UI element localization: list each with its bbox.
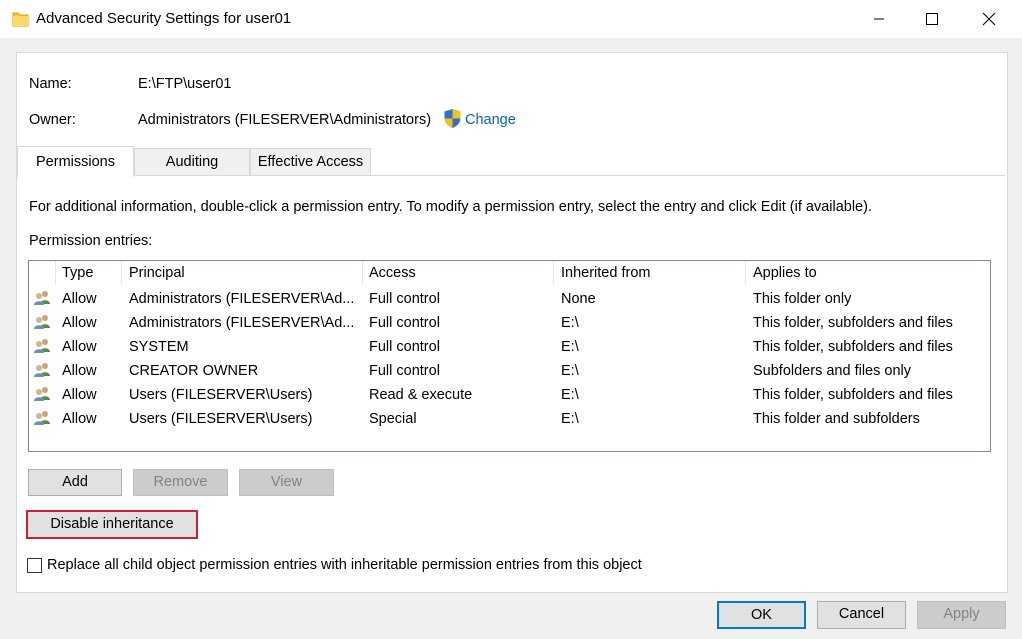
cell-type: Allow — [62, 339, 97, 355]
remove-button[interactable]: Remove — [133, 469, 228, 496]
cell-inherited-from: E:\ — [561, 315, 579, 331]
view-button[interactable]: View — [239, 469, 334, 496]
cell-principal: Users (FILESERVER\Users) — [129, 411, 313, 427]
replace-child-permissions-label: Replace all child object permission entr… — [47, 557, 642, 573]
minimize-button[interactable] — [856, 0, 902, 38]
info-text: For additional information, double-click… — [29, 199, 872, 215]
cell-type: Allow — [62, 315, 97, 331]
column-header-inherited-from[interactable]: Inherited from — [561, 265, 650, 281]
ok-button[interactable]: OK — [717, 601, 806, 629]
cell-principal: SYSTEM — [129, 339, 189, 355]
name-value: E:\FTP\user01 — [138, 76, 232, 92]
close-button[interactable] — [966, 0, 1012, 38]
cell-applies-to: This folder only — [753, 291, 852, 307]
column-separator[interactable] — [55, 261, 56, 285]
folder-icon — [12, 12, 29, 27]
cell-type: Allow — [62, 363, 97, 379]
cell-inherited-from: E:\ — [561, 339, 579, 355]
column-header-type[interactable]: Type — [62, 265, 93, 281]
change-owner-link[interactable]: Change — [465, 112, 516, 128]
cell-applies-to: This folder and subfolders — [753, 411, 920, 427]
tab-permissions[interactable]: Permissions — [17, 146, 134, 177]
user-group-icon — [33, 410, 51, 426]
cell-type: Allow — [62, 411, 97, 427]
tab-auditing[interactable]: Auditing — [134, 148, 250, 175]
column-separator[interactable] — [745, 261, 746, 285]
cell-principal: Administrators (FILESERVER\Ad... — [129, 315, 355, 331]
user-group-icon — [33, 314, 51, 330]
cell-inherited-from: None — [561, 291, 596, 307]
disable-inheritance-button[interactable]: Disable inheritance — [26, 510, 198, 539]
maximize-icon — [926, 13, 938, 25]
owner-label: Owner: — [29, 112, 76, 128]
cell-access: Full control — [369, 291, 440, 307]
cell-access: Full control — [369, 363, 440, 379]
tab-effective-access[interactable]: Effective Access — [250, 148, 371, 175]
column-header-applies-to[interactable]: Applies to — [753, 265, 817, 281]
user-group-icon — [33, 362, 51, 378]
cell-principal: Users (FILESERVER\Users) — [129, 387, 313, 403]
permission-entries-label: Permission entries: — [29, 233, 153, 249]
column-header-access[interactable]: Access — [369, 265, 416, 281]
tab-divider — [17, 175, 1005, 176]
cell-type: Allow — [62, 291, 97, 307]
cell-applies-to: This folder, subfolders and files — [753, 339, 953, 355]
cell-access: Special — [369, 411, 417, 427]
replace-child-permissions-checkbox[interactable] — [27, 558, 42, 573]
cell-type: Allow — [62, 387, 97, 403]
user-group-icon — [33, 290, 51, 306]
minimize-icon — [874, 18, 884, 20]
uac-shield-icon — [444, 109, 461, 128]
cell-inherited-from: E:\ — [561, 363, 579, 379]
cell-applies-to: This folder, subfolders and files — [753, 315, 953, 331]
name-label: Name: — [29, 76, 72, 92]
cell-principal: Administrators (FILESERVER\Ad... — [129, 291, 355, 307]
user-group-icon — [33, 338, 51, 354]
cancel-button[interactable]: Cancel — [817, 601, 906, 629]
column-separator[interactable] — [553, 261, 554, 285]
cell-applies-to: This folder, subfolders and files — [753, 387, 953, 403]
user-group-icon — [33, 386, 51, 402]
window-title: Advanced Security Settings for user01 — [36, 10, 292, 27]
column-separator[interactable] — [362, 261, 363, 285]
cell-access: Read & execute — [369, 387, 473, 403]
cell-inherited-from: E:\ — [561, 411, 579, 427]
column-header-principal[interactable]: Principal — [129, 265, 185, 281]
maximize-button[interactable] — [909, 0, 955, 38]
cell-principal: CREATOR OWNER — [129, 363, 259, 379]
owner-value: Administrators (FILESERVER\Administrator… — [138, 112, 432, 128]
close-icon — [982, 12, 996, 26]
apply-button[interactable]: Apply — [917, 601, 1006, 629]
column-separator[interactable] — [121, 261, 122, 285]
cell-access: Full control — [369, 315, 440, 331]
cell-inherited-from: E:\ — [561, 387, 579, 403]
cell-access: Full control — [369, 339, 440, 355]
add-button[interactable]: Add — [28, 469, 122, 496]
cell-applies-to: Subfolders and files only — [753, 363, 911, 379]
